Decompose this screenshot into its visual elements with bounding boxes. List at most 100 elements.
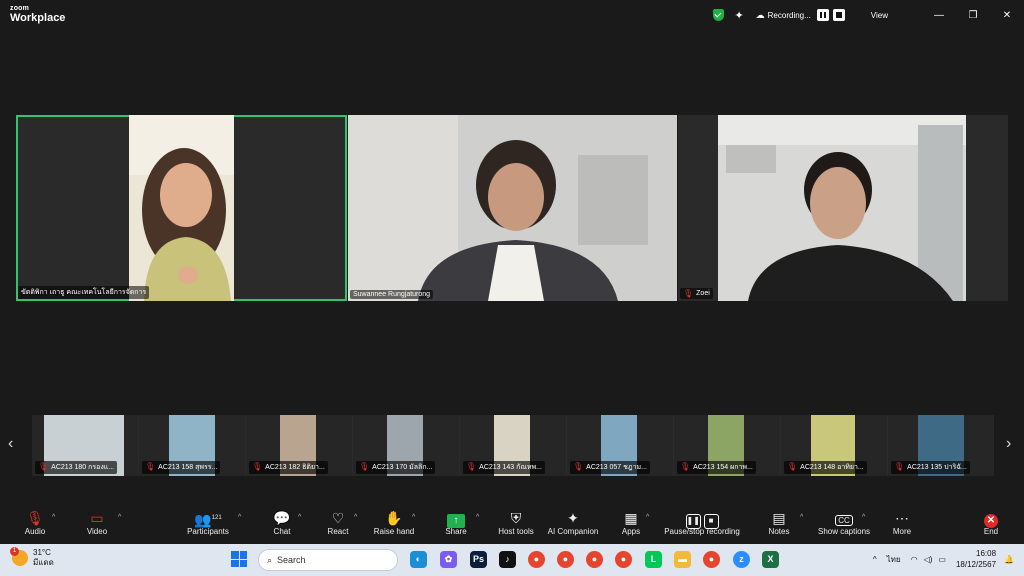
raise-hand-button[interactable]: ✋ Raise hand bbox=[372, 509, 416, 536]
chat-button[interactable]: 💬 Chat bbox=[268, 509, 296, 536]
filmstrip-thumb[interactable]: 🎙 AC213 135 ปาริฉั... bbox=[888, 415, 994, 476]
participant-name-text: ขัตติพิกา เถาธู คณะเทคโนโลยีการจัดการ bbox=[21, 289, 147, 296]
mic-muted-icon: 🎙 bbox=[683, 289, 694, 298]
date: 18/12/2567 bbox=[955, 560, 997, 569]
search-placeholder: Search bbox=[277, 555, 306, 565]
encryption-shield-icon[interactable] bbox=[713, 9, 725, 21]
video-off-icon: ▭ bbox=[90, 510, 104, 526]
chat-options-caret[interactable]: ^ bbox=[298, 514, 301, 521]
recording-status: Recording... bbox=[767, 10, 811, 20]
mic-muted-icon: 🎙 bbox=[359, 462, 370, 471]
filmstrip-thumb[interactable]: 🎙 AC213 170 มัลลิก... bbox=[353, 415, 459, 476]
thumb-label: 🎙 AC213 057 ชฎาม... bbox=[570, 461, 650, 474]
filmstrip-thumb[interactable]: 🎙 AC213 154 ผกาพ... bbox=[674, 415, 780, 476]
battery-icon[interactable]: ▭ bbox=[938, 555, 946, 564]
taskbar-search[interactable]: ⌕ Search bbox=[258, 549, 398, 571]
ai-companion-button[interactable]: ✦ AI Companion bbox=[546, 509, 600, 536]
host-tools-button[interactable]: ⛨ Host tools bbox=[496, 509, 536, 536]
react-options-caret[interactable]: ^ bbox=[354, 514, 357, 521]
more-button[interactable]: ⋯ More bbox=[888, 509, 916, 536]
video-tile-3[interactable]: 🎙 Zoei bbox=[678, 115, 1008, 301]
notifications-icon[interactable]: 🔔 bbox=[1004, 555, 1014, 564]
notes-button[interactable]: ▤ Notes bbox=[766, 509, 792, 536]
thumb-label: 🎙 AC213 148 อาทิยา... bbox=[784, 461, 867, 474]
filmstrip-prev-arrow[interactable]: ‹ bbox=[8, 435, 13, 453]
filmstrip-thumb[interactable]: 🎙 AC213 158 สุพรร... bbox=[139, 415, 245, 476]
photoshop-icon[interactable]: Ps bbox=[470, 551, 487, 568]
line-icon[interactable]: L bbox=[645, 551, 662, 568]
apps-options-caret[interactable]: ^ bbox=[646, 514, 649, 521]
tray-overflow-icon[interactable]: ^ bbox=[873, 555, 877, 564]
edge-copilot-icon[interactable]: ◐ bbox=[410, 551, 427, 568]
filmstrip: 🎙 AC213 180 กรองแ... 🎙 AC213 158 สุพรร... … bbox=[32, 415, 994, 476]
filmstrip-thumb[interactable]: 🎙 AC213 143 กัณหพ... bbox=[460, 415, 566, 476]
system-tray: ^ ไทย ◠ ◁) ▭ 16:08 18/12/2567 🔔 bbox=[873, 548, 1014, 570]
pause-stop-recording-button[interactable]: ❚❚ ■ Pause/stop recording bbox=[662, 509, 742, 536]
language-indicator[interactable]: ไทย bbox=[887, 553, 901, 566]
excel-icon[interactable]: X bbox=[762, 551, 779, 568]
pause-stop-label: Pause/stop recording bbox=[664, 527, 740, 536]
react-button[interactable]: ♡ React bbox=[324, 509, 352, 536]
pause-recording-button[interactable] bbox=[816, 9, 829, 21]
heart-icon: ♡ bbox=[331, 510, 345, 526]
raise-hand-options-caret[interactable]: ^ bbox=[412, 514, 415, 521]
thumb-label: 🎙 AC213 158 สุพรร... bbox=[142, 461, 221, 474]
chrome-icon-4[interactable]: ● bbox=[615, 551, 632, 568]
share-options-caret[interactable]: ^ bbox=[476, 514, 479, 521]
share-label: Share bbox=[445, 527, 467, 536]
participants-icon: 👥121 bbox=[194, 511, 222, 528]
restore-button[interactable]: ❐ bbox=[956, 10, 990, 21]
ai-sparkle-icon[interactable]: ✦ bbox=[734, 9, 743, 22]
tiktok-icon[interactable]: ♪ bbox=[499, 551, 516, 568]
audio-options-caret[interactable]: ^ bbox=[52, 514, 55, 521]
video-tile-1[interactable]: ขัตติพิกา เถาธู คณะเทคโนโลยีการจัดการ bbox=[16, 115, 347, 301]
weather-widget[interactable]: 1 31°C มีแดด bbox=[10, 547, 54, 568]
search-icon: ⌕ bbox=[267, 554, 273, 565]
time: 16:08 bbox=[976, 549, 997, 558]
video-tile-2[interactable]: Suwannee Rungjaturong bbox=[348, 115, 677, 301]
close-window-button[interactable]: ✕ bbox=[990, 10, 1024, 21]
thumb-name: AC213 135 ปาริฉั... bbox=[907, 464, 967, 471]
file-explorer-icon[interactable]: ▬ bbox=[674, 551, 691, 568]
thumb-name: AC213 180 กรองแ... bbox=[51, 464, 115, 471]
ai-companion-label: AI Companion bbox=[547, 527, 599, 536]
chrome-icon-5[interactable]: ● bbox=[703, 551, 720, 568]
participant-name-1: ขัตติพิกา เถาธู คณะเทคโนโลยีการจัดการ bbox=[18, 286, 150, 299]
filmstrip-thumb[interactable]: 🎙 AC213 182 ธิติยา... bbox=[246, 415, 352, 476]
windows-start-icon[interactable] bbox=[231, 551, 247, 567]
clock[interactable]: 16:08 18/12/2567 bbox=[956, 548, 996, 570]
zoom-icon[interactable]: z bbox=[733, 551, 750, 568]
filmstrip-thumb[interactable]: 🎙 AC213 180 กรองแ... bbox=[32, 415, 138, 476]
video-button[interactable]: ▭ Video bbox=[82, 509, 112, 536]
audio-button[interactable]: 🎙 Audio bbox=[20, 509, 50, 536]
filmstrip-thumb[interactable]: 🎙 AC213 148 อาทิยา... bbox=[781, 415, 887, 476]
thumb-label: 🎙 AC213 135 ปาริฉั... bbox=[891, 461, 970, 474]
thumb-name: AC213 154 ผกาพ... bbox=[693, 464, 753, 471]
thumb-label: 🎙 AC213 182 ธิติยา... bbox=[249, 461, 328, 474]
captions-options-caret[interactable]: ^ bbox=[862, 514, 865, 521]
participants-button[interactable]: 👥121 Participants bbox=[184, 509, 232, 536]
mic-muted-icon: 🎙 bbox=[894, 462, 905, 471]
chrome-icon-2[interactable]: ● bbox=[557, 551, 574, 568]
end-meeting-button[interactable]: ✕ End bbox=[978, 509, 1004, 536]
host-tools-label: Host tools bbox=[498, 527, 534, 536]
share-screen-icon: ↑ bbox=[442, 509, 470, 528]
end-label: End bbox=[983, 527, 999, 536]
chrome-icon[interactable]: ● bbox=[528, 551, 545, 568]
video-options-caret[interactable]: ^ bbox=[118, 514, 121, 521]
thumb-name: AC213 148 อาทิยา... bbox=[800, 464, 864, 471]
thumb-name: AC213 182 ธิติยา... bbox=[265, 464, 325, 471]
copilot-icon[interactable]: ✿ bbox=[440, 551, 457, 568]
chrome-icon-3[interactable]: ● bbox=[586, 551, 603, 568]
filmstrip-thumb[interactable]: 🎙 AC213 057 ชฎาม... bbox=[567, 415, 673, 476]
notes-options-caret[interactable]: ^ bbox=[800, 514, 803, 521]
wifi-icon[interactable]: ◠ bbox=[911, 555, 918, 564]
apps-button[interactable]: ▦ Apps bbox=[618, 509, 644, 536]
volume-icon[interactable]: ◁) bbox=[924, 555, 933, 564]
participants-options-caret[interactable]: ^ bbox=[238, 514, 241, 521]
minimize-button[interactable]: — bbox=[922, 10, 956, 21]
view-button[interactable]: View bbox=[871, 11, 888, 20]
share-button[interactable]: ↑ Share bbox=[442, 509, 470, 536]
filmstrip-next-arrow[interactable]: › bbox=[1006, 435, 1011, 453]
stop-recording-button[interactable] bbox=[832, 9, 845, 21]
